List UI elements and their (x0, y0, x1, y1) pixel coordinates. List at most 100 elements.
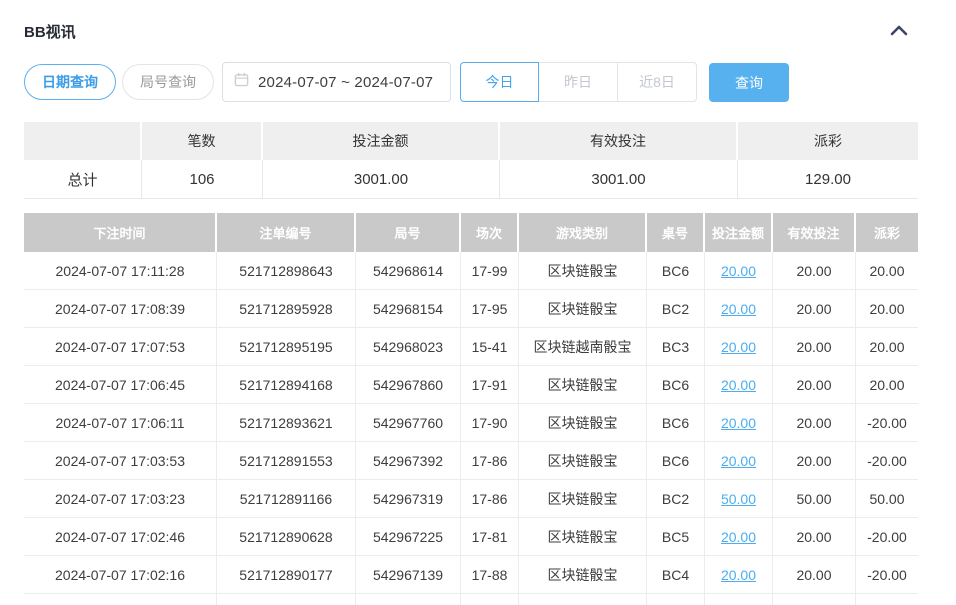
cell-session: 17-95 (461, 290, 519, 328)
table-row: 2024-07-07 17:07:53 521712895195 5429680… (24, 328, 918, 366)
cell-session: 17-86 (461, 442, 519, 480)
filter-yesterday-button[interactable]: 昨日 (538, 62, 618, 102)
cell-bet-time: 2024-07-07 17:03:53 (24, 442, 217, 480)
cell-session: 17-91 (461, 366, 519, 404)
cell-table-no: BC6 (647, 442, 705, 480)
header-order-no: 注单编号 (217, 213, 356, 252)
summary-header-payout: 派彩 (738, 122, 918, 160)
cell-game-type: 区块链骰宝 (519, 404, 647, 442)
cell-game-type: 区块链骰宝 (519, 252, 647, 290)
cell-game-type: 区块链骰宝 (519, 480, 647, 518)
cell-payout: 20.00 (856, 328, 918, 366)
table-row: 2024-07-07 17:06:45 521712894168 5429678… (24, 366, 918, 404)
cell-session: 17-99 (461, 252, 519, 290)
bb-video-panel: BB视讯 日期查询 局号查询 2024-07-07 ~ 2024-07-07 今… (0, 0, 956, 605)
cell-payout: -20.00 (856, 442, 918, 480)
cell-game-type: 区块链骰宝 (519, 290, 647, 328)
cell-valid-bet: 20.00 (773, 366, 856, 404)
cell-bet-time: 2024-07-07 17:02:46 (24, 518, 217, 556)
table-row: 2024-07-07 17:02:46 521712890628 5429672… (24, 518, 918, 556)
cell-bet-amount: 20.00 (705, 252, 773, 290)
summary-table: 笔数 投注金额 有效投注 派彩 总计 106 3001.00 3001.00 1… (24, 122, 918, 199)
cell-order-no: 521712894168 (217, 366, 356, 404)
bet-records-table: 下注时间 注单编号 局号 场次 游戏类别 桌号 投注金额 有效投注 派彩 202… (24, 213, 918, 605)
table-row: 2024-07-07 17:11:28 521712898643 5429686… (24, 252, 918, 290)
cell-payout: 20.00 (856, 252, 918, 290)
cell-table-no: BC6 (647, 404, 705, 442)
cell-order-no: 521712891553 (217, 442, 356, 480)
table-row: 2024-07-07 17:02:16 521712890177 5429671… (24, 556, 918, 594)
quick-range-group: 今日 昨日 近8日 (460, 62, 697, 102)
cell-game-type: 区块链骰宝 (519, 556, 647, 594)
bet-amount-link[interactable]: 20.00 (721, 453, 756, 469)
summary-valid-bet-value: 3001.00 (500, 160, 738, 199)
bet-amount-link[interactable]: 20.00 (721, 377, 756, 393)
cell-payout: 20.00 (856, 290, 918, 328)
chevron-up-icon (890, 24, 908, 39)
cell-bet-amount: 20.00 (705, 556, 773, 594)
cell-order-no: 521712890177 (217, 556, 356, 594)
cell-valid-bet: 20.00 (773, 328, 856, 366)
cell-payout: 20.00 (856, 366, 918, 404)
filter-last8days-button[interactable]: 近8日 (617, 62, 697, 102)
cell-order-no: 521712898643 (217, 252, 356, 290)
summary-total-label: 总计 (24, 160, 142, 199)
cell-bet-amount: 20.00 (705, 328, 773, 366)
summary-header-valid-bet: 有效投注 (500, 122, 738, 160)
cell-payout: -20.00 (856, 556, 918, 594)
cell-bet-time: 2024-07-07 17:06:11 (24, 404, 217, 442)
cell-order-no: 521712890628 (217, 518, 356, 556)
cell-game-type: 区块链骰宝 (519, 366, 647, 404)
header-table-no: 桌号 (647, 213, 705, 252)
cell-valid-bet: 20.00 (773, 404, 856, 442)
summary-header-empty (24, 122, 142, 160)
search-button[interactable]: 查询 (709, 63, 789, 102)
date-range-input[interactable]: 2024-07-07 ~ 2024-07-07 (222, 62, 451, 102)
cell-order-no: 521712895195 (217, 328, 356, 366)
cell-bet-time: 2024-07-07 17:07:53 (24, 328, 217, 366)
summary-total-row: 总计 106 3001.00 3001.00 129.00 (24, 160, 918, 199)
cell-valid-bet: 20.00 (773, 252, 856, 290)
cell-valid-bet: 20.00 (773, 290, 856, 328)
cell-valid-bet: 20.00 (773, 518, 856, 556)
cell-bet-amount: 20.00 (705, 404, 773, 442)
cell-bet-amount: 20.00 (705, 518, 773, 556)
page-title: BB视讯 (24, 21, 76, 42)
cell-session: 17-88 (461, 556, 519, 594)
cell-bet-amount: 20.00 (705, 290, 773, 328)
summary-header-count: 笔数 (142, 122, 263, 160)
cell-payout: -20.00 (856, 518, 918, 556)
cell-order-no: 521712893621 (217, 404, 356, 442)
cell-payout: 50.00 (856, 480, 918, 518)
cell-session: 17-81 (461, 518, 519, 556)
cell-round-no: 542967319 (356, 480, 461, 518)
header-session: 场次 (461, 213, 519, 252)
bet-amount-link[interactable]: 20.00 (721, 529, 756, 545)
round-query-tab[interactable]: 局号查询 (122, 64, 214, 100)
header-bet-time: 下注时间 (24, 213, 217, 252)
collapse-button[interactable] (882, 18, 916, 44)
cell-valid-bet: 50.00 (773, 480, 856, 518)
date-range-value: 2024-07-07 ~ 2024-07-07 (258, 74, 433, 91)
cell-round-no: 542968023 (356, 328, 461, 366)
calendar-icon (234, 72, 249, 92)
cell-bet-time: 2024-07-07 17:02:16 (24, 556, 217, 594)
table-row: 2024-07-07 17:06:11 521712893621 5429677… (24, 404, 918, 442)
cell-table-no: BC6 (647, 366, 705, 404)
filter-today-button[interactable]: 今日 (460, 62, 539, 102)
bet-amount-link[interactable]: 20.00 (721, 415, 756, 431)
cell-bet-amount: 50.00 (705, 480, 773, 518)
cell-bet-amount: 20.00 (705, 442, 773, 480)
table-row-partial (24, 594, 918, 605)
date-query-tab[interactable]: 日期查询 (24, 64, 116, 100)
bet-amount-link[interactable]: 20.00 (721, 301, 756, 317)
cell-round-no: 542967139 (356, 556, 461, 594)
table-row: 2024-07-07 17:03:53 521712891553 5429673… (24, 442, 918, 480)
cell-valid-bet: 20.00 (773, 442, 856, 480)
bet-amount-link[interactable]: 20.00 (721, 339, 756, 355)
bet-amount-link[interactable]: 20.00 (721, 263, 756, 279)
cell-table-no: BC4 (647, 556, 705, 594)
bet-amount-link[interactable]: 20.00 (721, 567, 756, 583)
bet-amount-link[interactable]: 50.00 (721, 491, 756, 507)
summary-payout-value: 129.00 (738, 160, 918, 199)
